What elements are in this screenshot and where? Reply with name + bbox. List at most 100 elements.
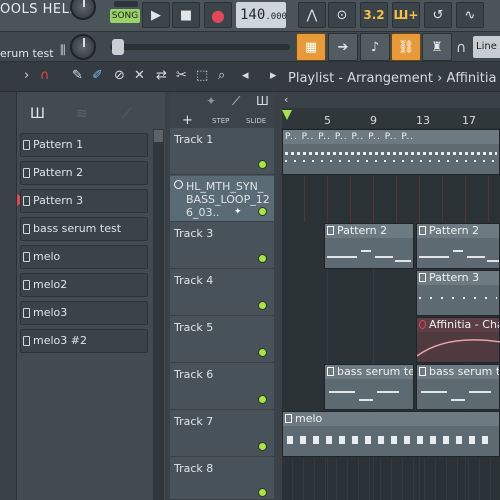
piano-roll-button[interactable]: ♪ <box>360 33 390 61</box>
stop-icon: ■ <box>179 7 193 23</box>
slide-label: SLIDE <box>246 117 267 125</box>
add-track-button[interactable]: + <box>182 113 193 128</box>
countdown-button[interactable]: 3.2 <box>360 2 388 28</box>
picker-item-pattern-3[interactable]: Pattern 3 <box>20 189 148 213</box>
track8-lane[interactable] <box>282 458 500 500</box>
scroll-left-icon[interactable]: ‹ <box>284 93 288 106</box>
pattern-icon <box>419 367 426 376</box>
track1-pattern-clips[interactable]: P.. P.. P.. P.. P.. P.. P.. P.. <box>282 129 500 175</box>
ruler-bar-17: 17 <box>462 114 476 127</box>
clip-label: P.. <box>318 132 331 142</box>
select-icon[interactable]: ⬚ <box>196 68 208 83</box>
arrow-right-small-icon[interactable]: › <box>24 68 29 83</box>
clip-label: P.. <box>301 132 315 142</box>
pattern-icon <box>285 414 292 423</box>
melo-clip[interactable]: melo <box>282 411 500 457</box>
delete-icon[interactable]: ⊘ <box>114 68 125 83</box>
song-mode-button[interactable]: SONG <box>110 9 140 23</box>
clip-label: P.. <box>401 132 415 142</box>
keyboard-icon[interactable]: Ш <box>256 94 269 108</box>
menu-arrow-icon[interactable]: ▸ <box>270 68 277 83</box>
pattern-icon <box>23 140 30 150</box>
record-button[interactable]: ● <box>204 2 232 28</box>
audio-clip[interactable]: Affinitia - Cha <box>416 317 500 363</box>
pattern2-clip[interactable]: Pattern 2 <box>324 223 414 269</box>
track-active-led[interactable] <box>258 160 267 169</box>
track-active-led[interactable] <box>258 348 267 357</box>
picker-item-melo2[interactable]: melo2 <box>20 273 148 297</box>
wave-icon: ∿ <box>464 7 476 23</box>
playlist-icon: ▦ <box>304 39 318 55</box>
slice-icon[interactable]: ✂ <box>176 68 187 83</box>
bass-serum-clip[interactable]: bass serum test <box>416 364 500 410</box>
record-icon: ● <box>211 5 225 25</box>
track-header-7[interactable]: Track 7 <box>170 411 274 457</box>
loop-record-button[interactable]: ↺ <box>424 2 452 28</box>
browser-button[interactable]: ♜ <box>422 33 452 61</box>
horizontal-scrollbar[interactable] <box>282 92 500 108</box>
track-header-6[interactable]: Track 6 <box>170 364 274 410</box>
track2-lane[interactable] <box>282 176 500 222</box>
link-button[interactable]: ⛓ <box>391 33 421 61</box>
master-volume-slider[interactable] <box>110 44 290 50</box>
zoom-icon[interactable]: ⌕ <box>218 68 225 83</box>
track-active-led[interactable] <box>258 488 267 497</box>
track-header-8[interactable]: Track 8 <box>170 458 274 500</box>
picker-item-pattern-1[interactable]: Pattern 1 <box>20 133 148 157</box>
track-header-2[interactable]: HL_MTH_SYN_BASS_LOOP_126_03.. ✦ <box>170 176 274 222</box>
track-header-5[interactable]: Track 5 <box>170 317 274 363</box>
track-header-1[interactable]: Track 1 <box>170 129 274 175</box>
brush-icon[interactable]: ✐ <box>92 68 103 83</box>
playhead-marker[interactable] <box>282 110 292 120</box>
slide-curve-icon[interactable]: ⟋ <box>232 94 240 109</box>
track-active-led[interactable] <box>258 301 267 310</box>
track-active-led[interactable] <box>258 207 267 216</box>
picker-item-pattern-2[interactable]: Pattern 2 <box>20 161 148 185</box>
hat-icon: ♜ <box>431 39 443 55</box>
play-button[interactable]: ▶ <box>142 2 170 28</box>
piano-icon[interactable]: Ш <box>30 106 45 122</box>
track-active-led[interactable] <box>258 442 267 451</box>
audio-clip-icon <box>419 320 426 329</box>
step-edit-button[interactable]: Ш+ <box>392 2 420 28</box>
link-icon: ⛓ <box>397 39 415 55</box>
wave-button[interactable]: ∿ <box>456 2 484 28</box>
picker-item-melo[interactable]: melo <box>20 245 148 269</box>
magnet-snap-icon[interactable]: ∩ <box>40 68 50 83</box>
tempo-display[interactable]: 140.000 <box>236 2 287 28</box>
slider-handle[interactable] <box>112 39 124 55</box>
menu-tools-help[interactable]: OOLS HELP <box>0 2 78 17</box>
wait-record-button[interactable]: ⊙ <box>328 2 356 28</box>
clip-label: P.. <box>384 132 398 142</box>
track-active-led[interactable] <box>258 395 267 404</box>
channel-rack-button[interactable]: ➔ <box>328 33 358 61</box>
metronome-button[interactable]: ⋀ <box>298 2 326 28</box>
stop-button[interactable]: ■ <box>172 2 200 28</box>
wait-icon: ⊙ <box>336 7 348 23</box>
track-header-3[interactable]: Track 3 <box>170 223 274 269</box>
picker-item-bass-serum-test[interactable]: bass serum test <box>20 217 148 241</box>
pattern2-clip[interactable]: Pattern 2 <box>416 223 500 269</box>
track-active-led[interactable] <box>258 254 267 263</box>
pattern-icon <box>23 280 30 290</box>
loop-icon: ↺ <box>432 7 444 23</box>
master-pitch-knob[interactable] <box>70 34 96 60</box>
left-gutter <box>0 92 17 500</box>
step-seq-icon[interactable]: ✦ <box>206 94 216 108</box>
mute-icon[interactable]: ✕ <box>134 68 145 83</box>
pattern3-clip[interactable]: Pattern 3 <box>416 270 500 316</box>
picker-item-melo3-2[interactable]: melo3 #2 <box>20 329 148 353</box>
snap-select[interactable]: Line <box>473 36 500 58</box>
picker-scroll-thumb[interactable] <box>154 130 163 142</box>
pencil-icon[interactable]: ✎ <box>72 68 83 83</box>
picker-item-melo3[interactable]: melo3 <box>20 301 148 325</box>
playback-icon[interactable]: ◂ <box>242 68 249 83</box>
bass-serum-clip[interactable]: bass serum test <box>324 364 414 410</box>
slip-icon[interactable]: ⇄ <box>156 68 167 83</box>
playlist-view-button[interactable]: ▦ <box>296 33 326 61</box>
track-header-4[interactable]: Track 4 <box>170 270 274 316</box>
mixer-icon: ⫼ <box>60 43 66 57</box>
picker-scrollbar[interactable] <box>153 129 164 500</box>
pattern-icon <box>327 226 334 235</box>
pattern-mode-indicator <box>114 1 138 7</box>
